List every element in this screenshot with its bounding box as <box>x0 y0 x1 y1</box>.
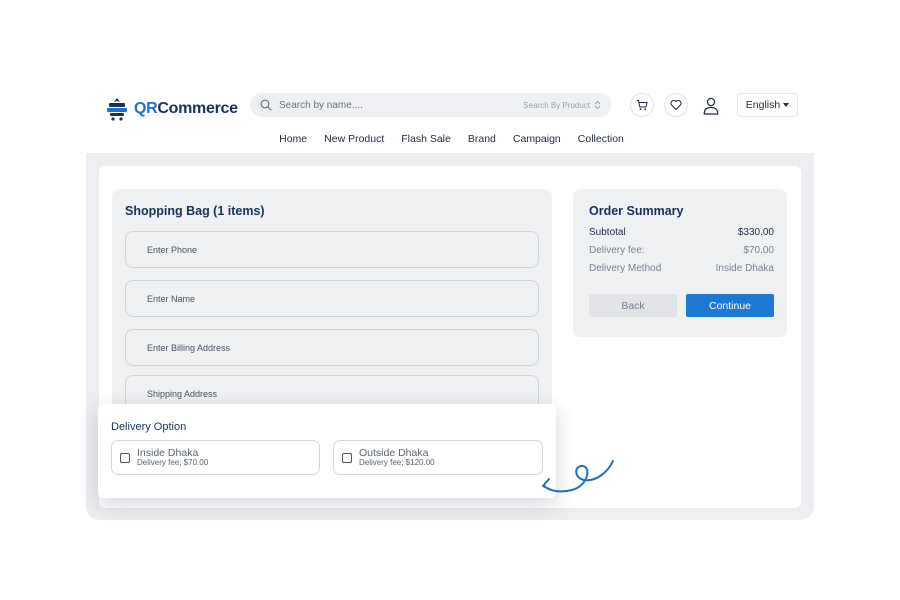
shopping-bag-title: Shopping Bag (1 items) <box>125 204 265 218</box>
brand-name-prefix: QR <box>134 100 158 117</box>
billing-address-field[interactable]: Enter Billing Address <box>125 329 539 366</box>
delivery-method-value: Inside Dhaka <box>715 263 774 274</box>
delivery-option-inside-dhaka[interactable]: Inside Dhaka Delivery fee; $70.00 <box>111 440 320 475</box>
nav-collection[interactable]: Collection <box>578 133 624 145</box>
nav-home[interactable]: Home <box>279 133 307 145</box>
nav-new-product[interactable]: New Product <box>324 133 384 145</box>
subtotal-label: Subtotal <box>589 227 626 238</box>
chevron-updown-icon <box>594 100 601 110</box>
inside-dhaka-fee: Delivery fee; $70.00 <box>137 457 209 467</box>
subtotal-value: $330.00 <box>737 227 774 238</box>
outside-dhaka-checkbox[interactable] <box>342 452 352 463</box>
logo-icon <box>107 98 127 121</box>
brand-logo[interactable]: QRCommerce <box>104 96 238 122</box>
continue-button[interactable]: Continue <box>686 294 774 317</box>
nav-flash-sale[interactable]: Flash Sale <box>401 133 451 145</box>
cart-icon <box>636 100 648 111</box>
search-bar[interactable]: Search By Product <box>250 93 611 117</box>
brand-name-suffix: Commerce <box>157 100 238 117</box>
search-input[interactable] <box>279 99 524 111</box>
outside-dhaka-fee: Delivery fee; $120.00 <box>359 457 435 467</box>
back-button[interactable]: Back <box>589 294 677 317</box>
main-nav: Home New Product Flash Sale Brand Campai… <box>0 133 900 145</box>
heart-icon <box>670 99 682 110</box>
nav-brand[interactable]: Brand <box>468 133 496 145</box>
user-icon[interactable] <box>703 97 719 115</box>
delivery-fee-value: $70.00 <box>743 245 774 256</box>
inside-dhaka-checkbox[interactable] <box>120 452 130 463</box>
order-summary-title: Order Summary <box>589 204 684 218</box>
search-icon <box>260 99 272 111</box>
brand-name: QRCommerce <box>134 100 238 118</box>
nav-campaign[interactable]: Campaign <box>513 133 561 145</box>
phone-field[interactable]: Enter Phone <box>125 231 539 268</box>
delivery-fee-label: Delivery fee: <box>589 245 645 256</box>
search-category-label: Search By Product <box>523 100 590 110</box>
delivery-option-outside-dhaka[interactable]: Outside Dhaka Delivery fee; $120.00 <box>333 440 543 475</box>
name-field[interactable]: Enter Name <box>125 280 539 317</box>
caret-down-icon <box>783 103 790 107</box>
cart-button[interactable] <box>630 93 654 117</box>
delivery-option-title: Delivery Option <box>111 421 187 433</box>
search-category-select[interactable]: Search By Product <box>523 100 601 110</box>
delivery-method-row: Delivery Method Inside Dhaka <box>589 263 774 274</box>
swirl-arrow-icon <box>542 460 614 493</box>
language-label: English <box>745 99 781 111</box>
wishlist-button[interactable] <box>664 93 688 117</box>
subtotal-row: Subtotal $330.00 <box>589 227 774 238</box>
delivery-fee-row: Delivery fee: $70.00 <box>589 245 774 256</box>
language-select[interactable]: English <box>737 93 798 117</box>
delivery-method-label: Delivery Method <box>589 263 662 274</box>
